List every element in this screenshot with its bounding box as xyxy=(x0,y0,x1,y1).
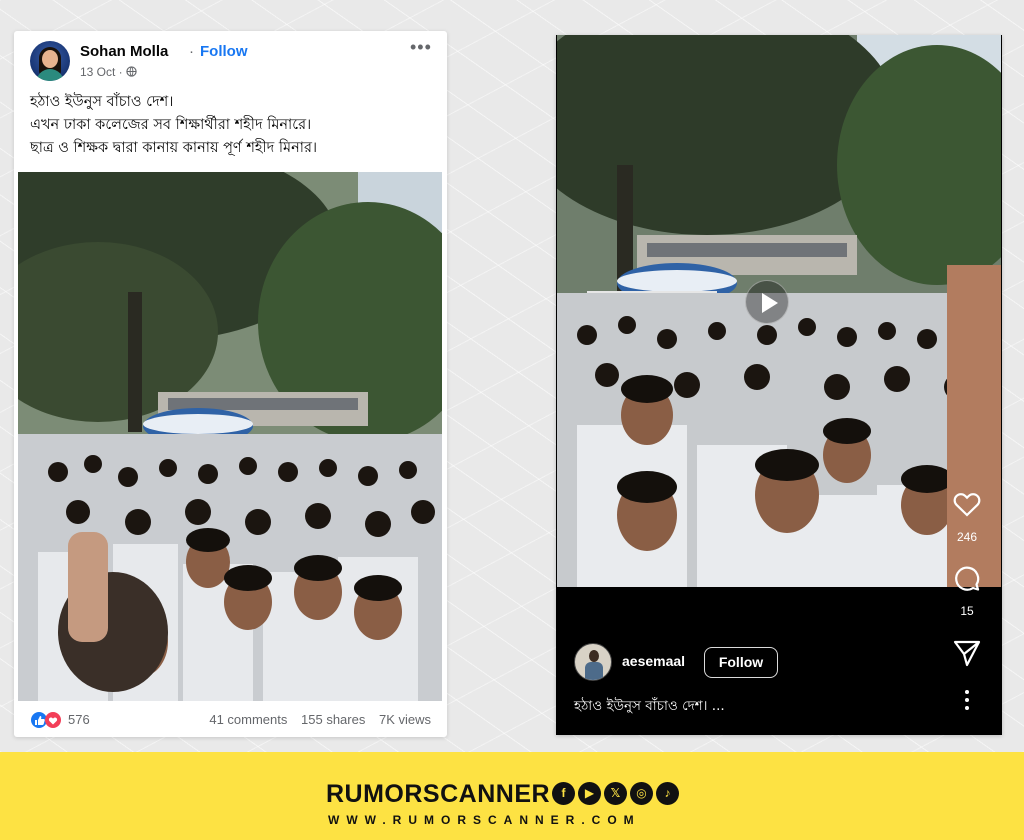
post-stats: 41 comments 155 shares 7K views xyxy=(209,712,431,727)
likes-count[interactable]: 246 xyxy=(948,530,986,544)
follow-button[interactable]: Follow xyxy=(200,43,248,60)
share-icon[interactable] xyxy=(952,638,982,668)
heart-icon[interactable] xyxy=(952,489,982,519)
views-count: 7K views xyxy=(378,712,431,727)
separator-dot: · xyxy=(189,43,194,60)
post-text: হঠাও ইউনুস বাঁচাও দেশ। এখন ঢাকা কলেজের স… xyxy=(30,91,440,160)
more-options-button[interactable]: ••• xyxy=(410,37,432,58)
author-avatar[interactable] xyxy=(30,41,70,81)
comments-count[interactable]: 41 comments xyxy=(209,712,287,727)
youtube-icon[interactable]: ▶ xyxy=(578,782,601,805)
comment-icon[interactable] xyxy=(952,563,982,593)
globe-icon xyxy=(126,66,137,77)
social-icons: f ▶ 𝕏 ◎ ♪ xyxy=(552,782,682,806)
facebook-icon[interactable]: f xyxy=(552,782,575,805)
user-avatar[interactable] xyxy=(574,643,612,681)
instagram-reel-card: 246 15 aesemaal Follow হঠাও ইউনুস বাঁচাও… xyxy=(556,35,1002,735)
brand-logo-text: RUMORSCANNER xyxy=(326,780,551,808)
post-text-line: হঠাও ইউনুস বাঁচাও দেশ। xyxy=(30,94,174,110)
post-video[interactable] xyxy=(18,172,442,701)
author-name[interactable]: Sohan Molla xyxy=(80,43,168,60)
more-vertical-icon[interactable] xyxy=(952,685,982,715)
brand-url: WWW.RUMORSCANNER.COM xyxy=(328,813,641,827)
facebook-post-card: Sohan Molla · Follow 13 Oct · ••• হঠাও ই… xyxy=(14,31,447,737)
x-icon[interactable]: 𝕏 xyxy=(604,782,627,805)
follow-button[interactable]: Follow xyxy=(704,647,778,678)
reaction-count[interactable]: 576 xyxy=(68,712,90,727)
shares-count[interactable]: 155 shares xyxy=(301,712,365,727)
instagram-icon[interactable]: ◎ xyxy=(630,782,653,805)
brand-footer: RUMORSCANNER f ▶ 𝕏 ◎ ♪ WWW.RUMORSCANNER.COM xyxy=(0,752,1024,840)
reel-caption[interactable]: হঠাও ইউনুস বাঁচাও দেশ। ... xyxy=(574,695,725,718)
video-frame xyxy=(18,172,442,701)
username[interactable]: aesemaal xyxy=(622,653,685,669)
reel-video[interactable] xyxy=(557,35,1001,587)
reactions-icon[interactable] xyxy=(30,711,70,729)
post-text-line: ছাত্র ও শিক্ষক দ্বারা কানায় কানায় পূর্… xyxy=(30,140,318,156)
post-text-line: এখন ঢাকা কলেজের সব শিক্ষার্থীরা শহীদ মিন… xyxy=(30,117,312,133)
post-date[interactable]: 13 Oct · xyxy=(80,65,123,79)
tiktok-icon[interactable]: ♪ xyxy=(656,782,679,805)
comments-count[interactable]: 15 xyxy=(948,604,986,618)
play-icon[interactable] xyxy=(745,280,789,324)
